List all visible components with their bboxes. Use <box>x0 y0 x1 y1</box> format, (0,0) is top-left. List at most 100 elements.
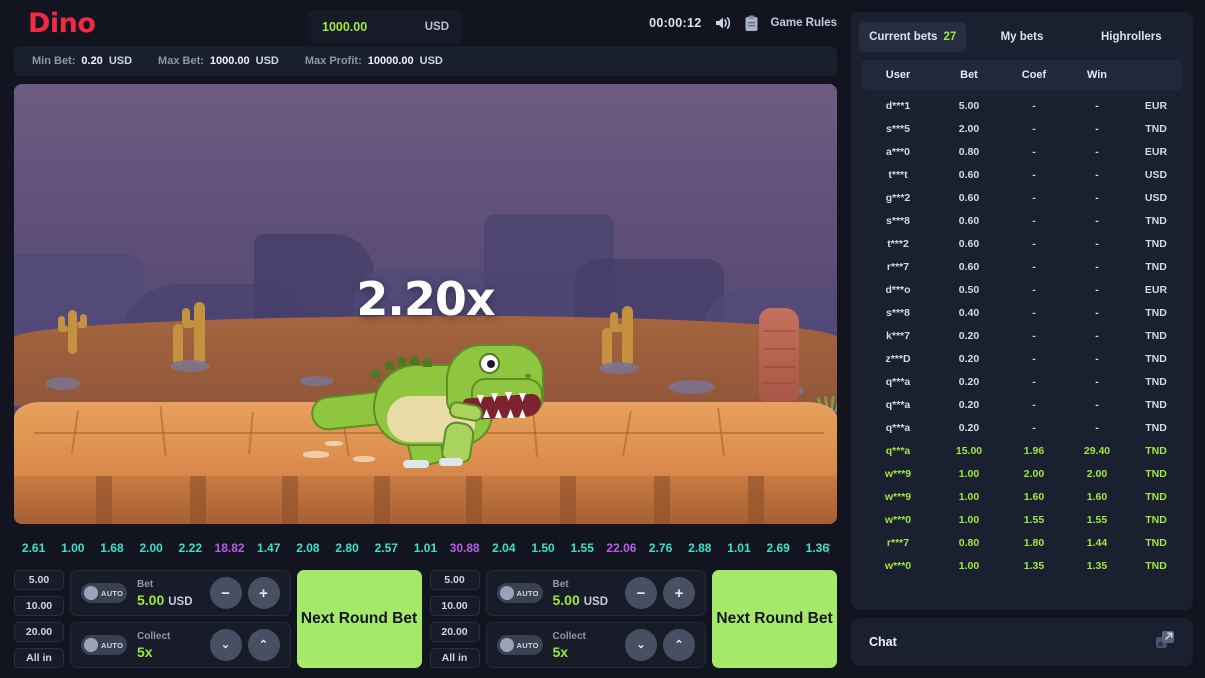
column-bet: Bet <box>960 69 978 81</box>
quick-amount-button[interactable]: 5.00 <box>429 570 480 590</box>
bet-amount-labels: Bet 5.00 USD <box>553 579 616 608</box>
history-item[interactable]: 1.00 <box>53 541 92 555</box>
tab-my-bets[interactable]: My bets <box>968 22 1075 52</box>
history-item[interactable]: 2.61 <box>14 541 53 555</box>
bet-user: q***a <box>885 398 911 411</box>
chevron-down-icon[interactable]: ⌄ <box>209 629 242 661</box>
history-item[interactable]: 1.01 <box>406 541 445 555</box>
bet-user: s***8 <box>886 306 910 319</box>
history-item[interactable]: 2.22 <box>171 541 210 555</box>
history-item[interactable]: 2.76 <box>641 541 680 555</box>
quick-amount-button[interactable]: 10.00 <box>14 596 64 616</box>
auto-collect-toggle[interactable]: AUTO <box>496 635 543 655</box>
bet-user: s***5 <box>886 122 910 135</box>
collect-label: Collect <box>552 630 586 642</box>
quick-amount-button[interactable]: 20.00 <box>14 622 64 642</box>
history-item[interactable]: 1.47 <box>249 541 288 555</box>
bet-currency: EUR <box>1144 145 1168 158</box>
bet-user: z***D <box>885 352 911 365</box>
next-round-bet-button[interactable]: Next Round Bet <box>712 570 837 668</box>
bet-currency: TND <box>1145 306 1167 319</box>
bet-coef: 1.80 <box>1023 536 1045 549</box>
plus-icon[interactable]: + <box>663 577 695 609</box>
tab-current-bets[interactable]: Current bets 27 <box>859 22 967 52</box>
bet-coef: - <box>1032 122 1036 135</box>
bet-user: d***1 <box>885 99 911 112</box>
bet-stepper: − + <box>625 577 695 609</box>
history-item[interactable]: 18.82 <box>210 541 249 555</box>
history-item[interactable]: 22.06 <box>602 541 641 555</box>
bet-amount: 0.20 <box>958 329 980 342</box>
history-item[interactable]: 2.00 <box>132 541 171 555</box>
balance-display[interactable]: 1000.00 USD <box>308 10 463 44</box>
next-round-bet-button[interactable]: Next Round Bet <box>296 570 422 668</box>
auto-label: AUTO <box>101 640 124 650</box>
bet-value[interactable]: 5.00 USD <box>553 592 616 608</box>
collect-value[interactable]: 5x <box>137 644 200 660</box>
bet-amount: 0.80 <box>958 536 980 549</box>
chevron-up-icon[interactable]: ⌃ <box>247 629 280 661</box>
collect-label: Collect <box>137 630 171 642</box>
all-in-button[interactable]: All in <box>14 648 64 668</box>
bet-amount-labels: Bet 5.00 USD <box>137 579 200 608</box>
bet-win: - <box>1095 421 1099 434</box>
chat-panel[interactable]: Chat <box>851 618 1193 666</box>
limit-currency: USD <box>255 55 279 67</box>
plus-icon[interactable]: + <box>247 577 280 609</box>
history-item[interactable]: 1.01 <box>719 541 758 555</box>
bet-currency: TND <box>1145 375 1167 388</box>
all-in-button[interactable]: All in <box>429 648 480 668</box>
bet-value[interactable]: 5.00 USD <box>137 592 200 608</box>
history-item[interactable]: 1.68 <box>92 541 131 555</box>
history-item[interactable]: 30.88 <box>445 541 484 555</box>
minus-icon[interactable]: − <box>625 577 657 609</box>
limit-value: 0.20 <box>81 55 103 67</box>
bet-win: - <box>1095 122 1099 135</box>
history-item[interactable]: 2.04 <box>484 541 523 555</box>
history-item[interactable]: 2.57 <box>367 541 406 555</box>
chevron-down-icon[interactable]: ⌄ <box>625 629 657 661</box>
bet-currency: TND <box>1145 467 1167 480</box>
history-item[interactable]: 2.88 <box>680 541 719 555</box>
arrow-up-icon[interactable]: ↑ <box>825 538 834 558</box>
collect-value[interactable]: 5x <box>553 644 616 660</box>
column-coef: Coef <box>1021 69 1047 81</box>
history-item[interactable]: 2.08 <box>288 541 327 555</box>
bets-panel: Current bets 27 My bets Highrollers User… <box>851 12 1193 610</box>
bet-currency: TND <box>1145 237 1167 250</box>
bet-user: t***2 <box>887 237 909 250</box>
history-item[interactable]: 2.80 <box>328 541 367 555</box>
auto-bet-toggle[interactable]: AUTO <box>496 583 543 603</box>
bet-amount: 5.00 <box>137 591 165 608</box>
balance-currency: USD <box>424 21 449 33</box>
bet-win: - <box>1095 237 1099 250</box>
quick-amount-button[interactable]: 10.00 <box>429 596 480 616</box>
bet-currency: TND <box>1145 214 1167 227</box>
history-item[interactable]: 2.69 <box>759 541 798 555</box>
quick-amount-button[interactable]: 20.00 <box>429 622 480 642</box>
clipboard-icon[interactable] <box>744 15 759 32</box>
bet-win: - <box>1095 99 1099 112</box>
bet-limits-bar: Min Bet: 0.20 USD Max Bet: 1000.00 USD M… <box>14 46 837 76</box>
tab-highrollers[interactable]: Highrollers <box>1078 22 1185 52</box>
auto-collect-toggle[interactable]: AUTO <box>81 635 127 655</box>
bet-amount: 5.00 <box>552 591 580 608</box>
bet-currency: EUR <box>1144 283 1168 296</box>
table-row: q***a 0.20 - - TND <box>861 370 1183 393</box>
popout-icon[interactable] <box>1155 630 1175 655</box>
sound-on-icon[interactable] <box>714 15 732 31</box>
tab-label: Current bets <box>869 31 938 43</box>
bets-table-body[interactable]: d***1 5.00 - - EUR s***5 2.00 - - TND a***0 0.80 - - E… <box>851 90 1193 610</box>
game-rules-link[interactable]: Game Rules <box>771 17 837 29</box>
minus-icon[interactable]: − <box>209 577 242 609</box>
auto-bet-toggle[interactable]: AUTO <box>81 583 127 603</box>
quick-amount-button[interactable]: 5.00 <box>14 570 64 590</box>
limit-min-bet: Min Bet: 0.20 USD <box>32 55 132 67</box>
quick-amounts-2: 5.00 10.00 20.00 All in <box>429 570 480 668</box>
history-item[interactable]: 1.50 <box>523 541 562 555</box>
history-item[interactable]: 1.55 <box>563 541 602 555</box>
bet-coef: - <box>1032 375 1036 388</box>
chevron-up-icon[interactable]: ⌃ <box>663 629 695 661</box>
game-canvas[interactable]: 2.20x <box>14 84 837 524</box>
bet-coef: - <box>1032 352 1036 365</box>
